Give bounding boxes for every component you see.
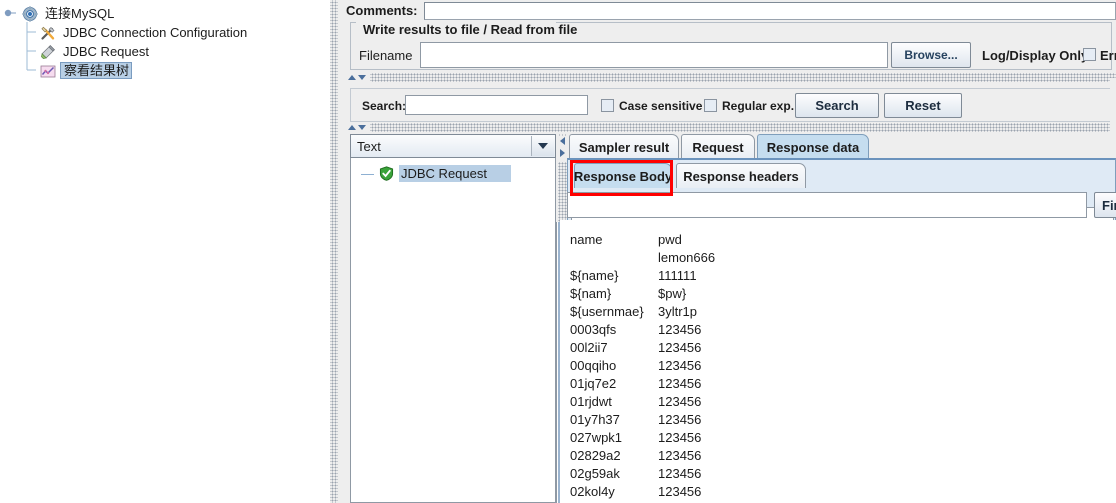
tab-response-body[interactable]: Response Body: [574, 163, 672, 188]
log-display-only-label: Log/Display Only:: [982, 48, 1093, 63]
tab-sampler-result[interactable]: Sampler result: [569, 134, 679, 159]
response-cell-name: 00qqiho: [570, 358, 617, 373]
main-split-divider[interactable]: [330, 0, 338, 503]
collapse-right-icon[interactable]: [560, 149, 565, 157]
regular-exp-checkbox[interactable]: [704, 99, 717, 112]
split-divider-bottom[interactable]: [346, 123, 1116, 132]
write-results-group-topline: [556, 22, 1112, 23]
response-cell-pwd: pwd: [658, 232, 682, 247]
write-results-group-corner: [350, 22, 356, 30]
split-divider-top[interactable]: [346, 73, 1116, 82]
response-body-left-border: [556, 222, 560, 503]
tree-item-label: 察看结果树: [60, 62, 133, 79]
response-cell-pwd: lemon666: [658, 250, 716, 265]
response-cell-name: 00l2ii7: [570, 340, 608, 355]
tree-dash-icon: —: [361, 166, 374, 181]
find-input[interactable]: [567, 192, 1087, 218]
listener-icon: [40, 63, 56, 79]
tree-item-thread-group[interactable]: 连接MySQL: [22, 4, 116, 23]
success-shield-icon: [379, 166, 394, 181]
response-cell-pwd: 123456: [658, 412, 702, 427]
response-body-text[interactable]: name pwd lemon666 ${name} 111111 ${nam} $pw} ${…: [560, 220, 1116, 503]
tree-item-jdbc-connection-configuration[interactable]: JDBC Connection Configuration: [40, 23, 249, 42]
tab-response-headers[interactable]: Response headers: [676, 163, 806, 188]
collapse-left-icon[interactable]: [560, 137, 565, 145]
response-cell-pwd: 123456: [658, 448, 702, 463]
response-cell-pwd: 123456: [658, 394, 702, 409]
thread-group-icon: [22, 5, 38, 22]
search-bar: Search: Case sensitive Regular exp. Sear…: [350, 88, 1112, 122]
response-cell-name: 02g59ak: [570, 466, 620, 481]
response-cell-pwd: 123456: [658, 358, 702, 373]
response-cell-pwd: 123456: [658, 340, 702, 355]
tree-item-view-results-tree[interactable]: 察看结果树: [40, 61, 133, 80]
tab-request[interactable]: Request: [681, 134, 755, 159]
reset-button[interactable]: Reset: [884, 93, 962, 118]
response-cell-name: 027wpk1: [570, 430, 623, 445]
comments-input[interactable]: [423, 2, 1116, 20]
errors-checkbox[interactable]: [1083, 48, 1096, 61]
response-cell-name: ${name}: [570, 268, 619, 283]
response-cell-name: 0003qfs: [570, 322, 617, 337]
panel-edge-filler: [1110, 78, 1116, 134]
config-element-icon: [40, 25, 56, 41]
find-button[interactable]: Find: [1094, 192, 1116, 218]
results-tree-entry[interactable]: — JDBC Request: [361, 165, 511, 182]
response-cell-name: 02kol4y: [570, 484, 615, 499]
case-sensitive-checkbox[interactable]: [601, 99, 614, 112]
tab-response-data[interactable]: Response data: [757, 134, 869, 159]
response-cell-name: 01rjdwt: [570, 394, 612, 409]
response-cell-pwd: $pw}: [658, 286, 687, 301]
collapse-up-icon[interactable]: [348, 75, 356, 80]
test-plan-tree-panel[interactable]: 连接MySQL JDBC Connection Configuration JD…: [0, 0, 330, 503]
tree-item-jdbc-request[interactable]: JDBC Request: [40, 42, 151, 61]
search-input[interactable]: [405, 95, 588, 115]
jmeter-window: 连接MySQL JDBC Connection Configuration JD…: [0, 0, 1116, 503]
tree-item-label: JDBC Connection Configuration: [63, 25, 248, 40]
results-format-combo-value: Text: [357, 138, 381, 154]
response-cell-pwd: 3yltr1p: [658, 304, 698, 319]
collapse-down-icon[interactable]: [358, 75, 366, 80]
tree-item-label: JDBC Request: [63, 44, 149, 59]
regular-exp-label: Regular exp.: [722, 99, 795, 113]
find-bar: Find: [567, 192, 1116, 218]
sampler-icon: [40, 44, 56, 60]
results-split-divider-handles[interactable]: [558, 136, 567, 162]
response-cell-name: 01y7h37: [570, 412, 620, 427]
response-cell-pwd: 123456: [658, 376, 702, 391]
search-label: Search:: [362, 99, 407, 113]
response-cell-pwd: 123456: [658, 430, 702, 445]
split-divider-top-handles[interactable]: [346, 73, 370, 82]
response-cell-name: name: [570, 232, 603, 247]
collapse-down-icon[interactable]: [358, 125, 366, 130]
filename-label: Filename: [359, 48, 413, 63]
split-divider-bottom-handles[interactable]: [346, 123, 370, 132]
results-format-combo[interactable]: Text: [350, 134, 556, 158]
response-cell-name: 02829a2: [570, 448, 621, 463]
results-tree-list[interactable]: — JDBC Request: [350, 134, 556, 503]
response-cell-pwd: 111111: [658, 268, 697, 283]
response-cell-pwd: 123456: [658, 322, 702, 337]
chevron-down-icon[interactable]: [531, 136, 554, 156]
response-cell-name: ${nam}: [570, 286, 612, 301]
case-sensitive-label: Case sensitive: [619, 99, 703, 113]
collapse-up-icon[interactable]: [348, 125, 356, 130]
comments-label: Comments:: [346, 2, 418, 18]
browse-button[interactable]: Browse...: [891, 42, 971, 68]
comments-row: Comments:: [346, 0, 1116, 20]
response-cell-pwd: 123456: [658, 484, 702, 499]
results-tree-entry-label: JDBC Request: [399, 165, 511, 182]
response-cell-name: ${usernmae}: [570, 304, 644, 319]
search-button[interactable]: Search: [795, 93, 879, 118]
errors-label: Err: [1100, 48, 1116, 63]
write-results-group-title: Write results to file / Read from file: [360, 23, 581, 37]
filename-input[interactable]: [420, 42, 888, 68]
response-cell-pwd: 123456: [658, 466, 702, 481]
tree-item-label: 连接MySQL: [45, 6, 115, 21]
response-cell-name: 01jq7e2: [570, 376, 617, 391]
